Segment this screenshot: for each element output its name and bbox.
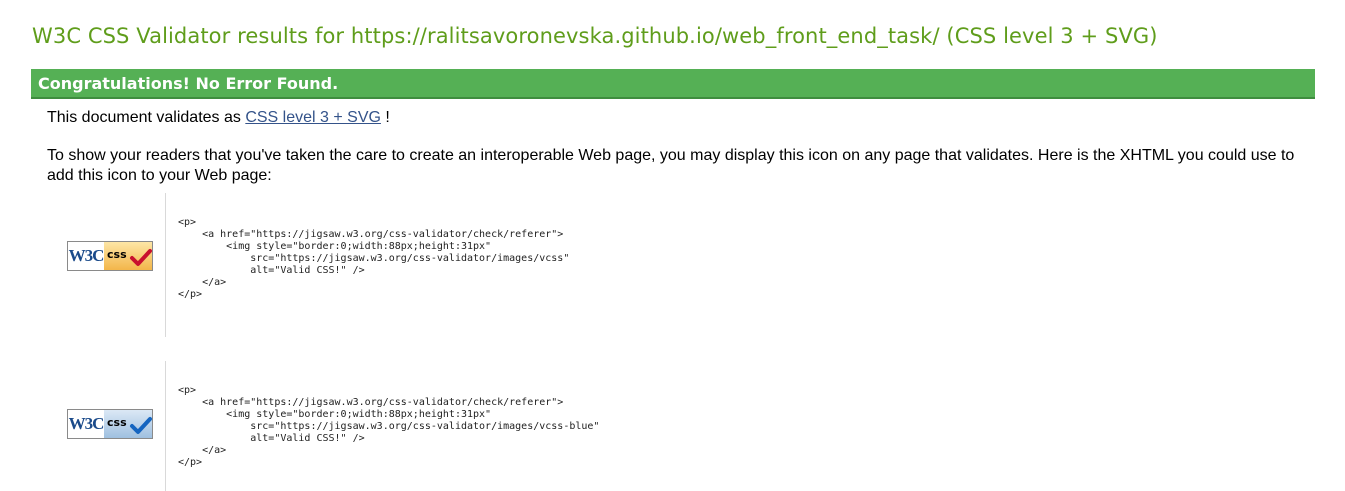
validates-prefix: This document validates as [47,109,241,126]
validates-suffix: ! [385,109,390,126]
checkmark-icon [130,249,152,266]
valid-css-badge-gold[interactable]: W3C css [67,241,153,271]
banner-text: Congratulations! No Error Found. [38,74,339,93]
badge-code-block-gold[interactable]: <p> <a href="https://jigsaw.w3.org/css-v… [165,193,569,337]
w3c-logo: W3C [68,242,104,270]
badge-code: <p> <a href="https://jigsaw.w3.org/css-v… [178,385,600,468]
page-title: W3C CSS Validator results for https://ra… [32,24,1158,48]
badge-description: To show your readers that you've taken t… [47,147,1295,184]
badge-code: <p> <a href="https://jigsaw.w3.org/css-v… [178,217,570,300]
success-banner: Congratulations! No Error Found. [31,69,1315,99]
badge-code-block-blue[interactable]: <p> <a href="https://jigsaw.w3.org/css-v… [165,361,599,491]
css-level-link[interactable]: CSS level 3 + SVG [245,109,381,126]
checkmark-icon [130,417,152,434]
validates-statement: This document validates as CSS level 3 +… [47,109,390,127]
w3c-logo: W3C [68,410,104,438]
valid-css-badge-blue[interactable]: W3C css [67,409,153,439]
